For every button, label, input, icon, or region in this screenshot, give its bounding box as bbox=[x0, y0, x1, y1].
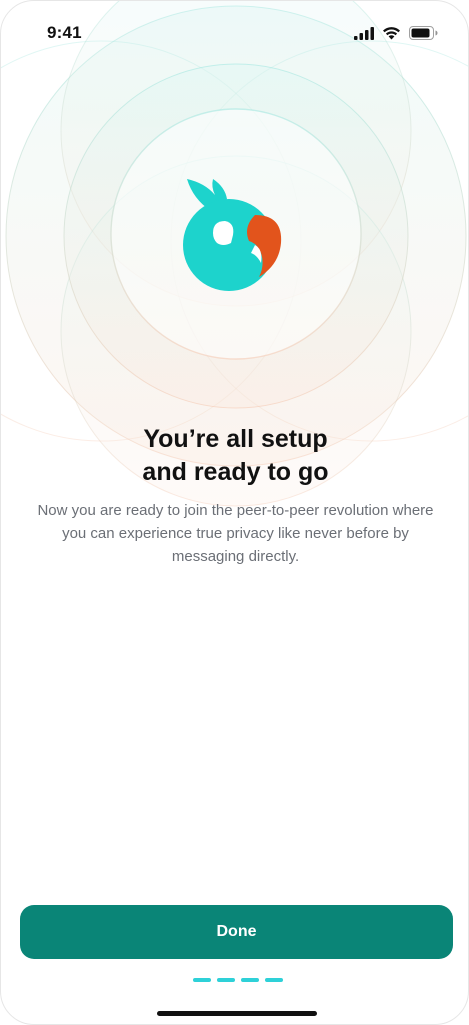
signal-icon bbox=[354, 26, 374, 40]
page-indicator-dot[interactable] bbox=[193, 978, 211, 982]
done-button[interactable]: Done bbox=[20, 905, 453, 959]
page-description: Now you are ready to join the peer-to-pe… bbox=[37, 502, 434, 565]
status-time: 9:41 bbox=[47, 23, 82, 42]
status-icons bbox=[354, 26, 438, 40]
battery-icon bbox=[409, 26, 438, 40]
page-title: You’re all setup and ready to go bbox=[142, 425, 329, 486]
onboarding-screen: 9:41 You’re all setup and ready to go No… bbox=[0, 0, 469, 1025]
page-indicator-dot[interactable] bbox=[265, 978, 283, 982]
wifi-icon bbox=[383, 27, 400, 40]
parrot-logo-icon bbox=[183, 179, 282, 291]
page-indicator bbox=[193, 978, 283, 982]
page-indicator-dot[interactable] bbox=[217, 978, 235, 982]
home-indicator[interactable] bbox=[157, 1011, 317, 1016]
page-indicator-dot[interactable] bbox=[241, 978, 259, 982]
status-bar: 9:41 bbox=[1, 1, 468, 61]
